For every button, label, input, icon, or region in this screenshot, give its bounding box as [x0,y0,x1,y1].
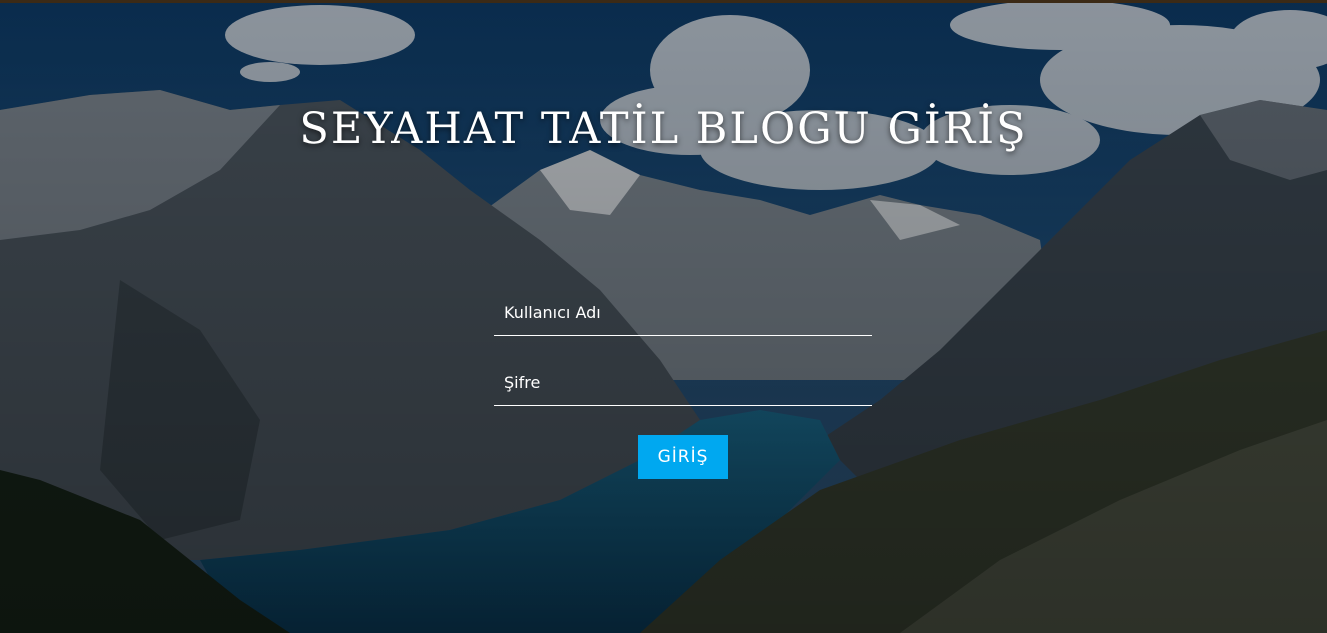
password-field-wrapper [494,360,872,406]
login-form: GİRİŞ [494,290,872,479]
username-field-wrapper [494,290,872,336]
top-border [0,0,1327,3]
login-page: SEYAHAT TATİL BLOGU GİRİŞ GİRİŞ [0,0,1327,633]
login-button-wrapper: GİRİŞ [494,435,872,479]
username-input[interactable] [494,290,872,334]
login-button[interactable]: GİRİŞ [638,435,728,479]
page-title: SEYAHAT TATİL BLOGU GİRİŞ [299,104,1028,154]
password-input[interactable] [494,360,872,404]
